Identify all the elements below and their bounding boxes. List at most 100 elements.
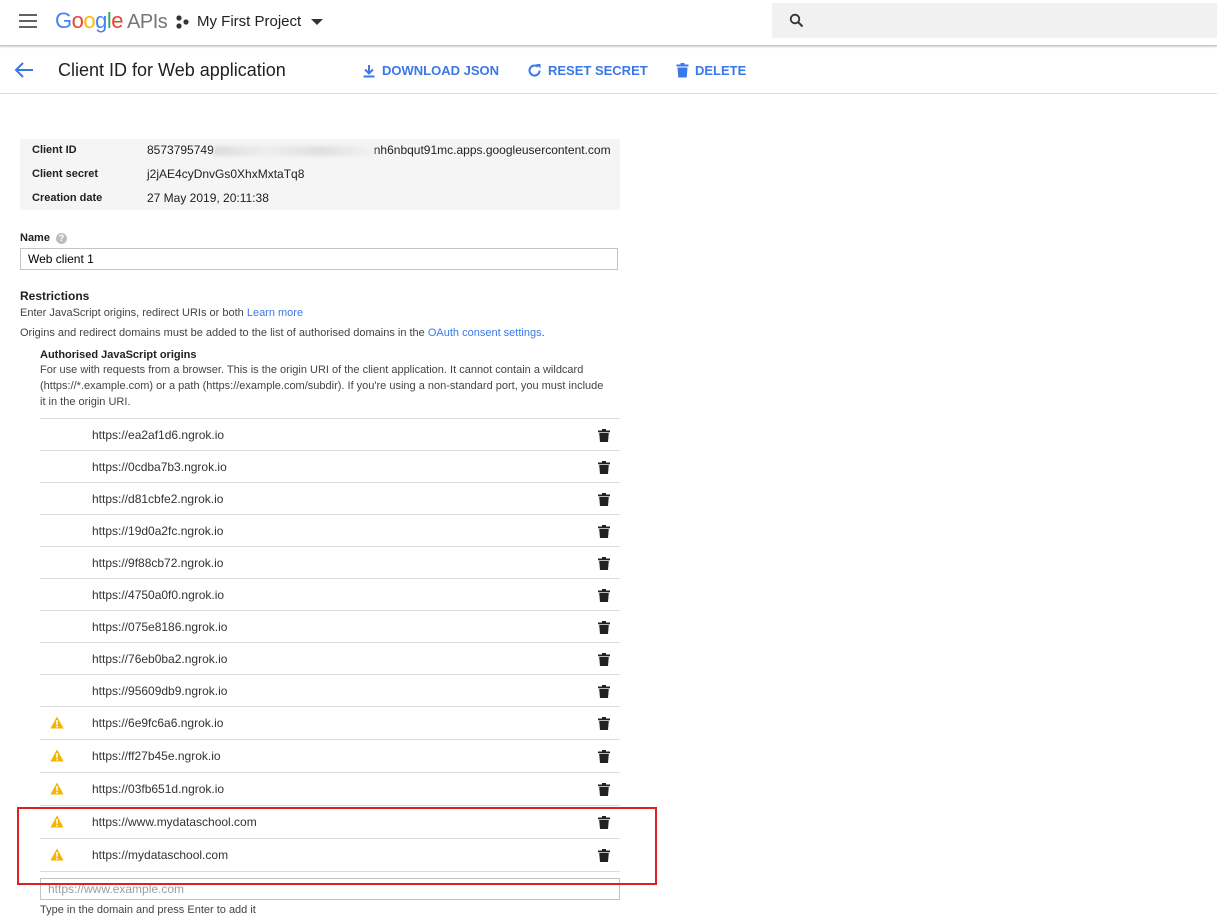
origin-url: https://76eb0ba2.ngrok.io [92, 652, 228, 666]
delete-button[interactable]: DELETE [676, 63, 746, 78]
origin-row: https://d81cbfe2.ngrok.io [40, 483, 620, 515]
client-id-suffix: nh6nbqut91mc.apps.googleusercontent.com [373, 143, 611, 157]
warning-icon [50, 716, 64, 729]
refresh-icon [528, 64, 541, 77]
project-name: My First Project [197, 13, 302, 30]
origin-row: https://ff27b45e.ngrok.io [40, 740, 620, 773]
project-dots-icon [176, 14, 189, 29]
menu-icon[interactable] [19, 14, 37, 28]
origin-url: https://075e8186.ngrok.io [92, 620, 228, 634]
origin-url: https://03fb651d.ngrok.io [92, 782, 225, 796]
trash-icon[interactable] [598, 557, 610, 570]
origin-row: https://95609db9.ngrok.io [40, 675, 620, 707]
google-apis-logo[interactable]: Google APIs [55, 8, 168, 34]
origin-url: https://19d0a2fc.ngrok.io [92, 524, 224, 538]
origin-row: https://075e8186.ngrok.io [40, 611, 620, 643]
trash-icon[interactable] [598, 461, 610, 474]
client-secret-row: Client secret j2jAE4cyDnvGs0XhxMxtaTq8 [20, 165, 620, 185]
origin-row: https://mydataschool.com [40, 839, 620, 872]
download-json-label: DOWNLOAD JSON [382, 63, 499, 78]
trash-icon[interactable] [598, 750, 610, 763]
page-title: Client ID for Web application [58, 60, 286, 80]
trash-icon [676, 63, 689, 78]
trash-icon[interactable] [598, 525, 610, 538]
reset-secret-button[interactable]: RESET SECRET [527, 63, 648, 78]
origin-row: https://76eb0ba2.ngrok.io [40, 643, 620, 675]
client-secret-label: Client secret [32, 168, 99, 180]
restrictions-description: Enter JavaScript origins, redirect URIs … [20, 307, 303, 319]
restrictions-text: Enter JavaScript origins, redirect URIs … [20, 307, 244, 319]
top-bar: Google APIs My First Project [0, 0, 1217, 46]
trash-icon[interactable] [598, 816, 610, 829]
warning-icon [50, 815, 64, 828]
delete-label: DELETE [695, 63, 747, 78]
origin-row: https://19d0a2fc.ngrok.io [40, 515, 620, 547]
origin-row: https://0cdba7b3.ngrok.io [40, 451, 620, 483]
creation-date-label: Creation date [32, 192, 103, 204]
search-input[interactable] [814, 9, 1208, 33]
origin-url: https://4750a0f0.ngrok.io [92, 588, 225, 602]
origin-url: https://mydataschool.com [92, 848, 229, 862]
origin-url: https://ea2af1d6.ngrok.io [92, 428, 225, 442]
origins-list: https://ea2af1d6.ngrok.io https://0cdba7… [40, 418, 620, 872]
trash-icon[interactable] [598, 621, 610, 634]
trash-icon[interactable] [598, 685, 610, 698]
origin-url: https://95609db9.ngrok.io [92, 684, 228, 698]
download-json-button[interactable]: DOWNLOAD JSON [362, 63, 499, 78]
trash-icon[interactable] [598, 493, 610, 506]
trash-icon[interactable] [598, 783, 610, 796]
origin-row: https://4750a0f0.ngrok.io [40, 579, 620, 611]
warning-icon [50, 848, 64, 861]
origin-row: https://03fb651d.ngrok.io [40, 773, 620, 806]
redacted-region [213, 145, 374, 156]
origin-row: https://ea2af1d6.ngrok.io [40, 419, 620, 451]
origins-description: For use with requests from a browser. Th… [40, 364, 604, 408]
origin-url: https://www.mydataschool.com [92, 815, 257, 829]
new-origin-input[interactable] [40, 878, 620, 900]
logo-suffix: APIs [127, 11, 168, 33]
name-field[interactable] [20, 248, 618, 270]
sub-header: Client ID for Web application DOWNLOAD J… [0, 46, 1217, 94]
trash-icon[interactable] [598, 653, 610, 666]
domains-note-period: . [541, 327, 545, 339]
creation-date-value: 27 May 2019, 20:11:38 [147, 191, 269, 205]
download-icon [363, 64, 375, 77]
authorised-domains-note: Origins and redirect domains must be add… [20, 327, 545, 339]
origins-title: Authorised JavaScript origins [40, 349, 197, 361]
new-origin-hint: Type in the domain and press Enter to ad… [40, 904, 256, 916]
name-label-text: Name [20, 232, 50, 244]
origin-url: https://ff27b45e.ngrok.io [92, 749, 221, 763]
client-info-box: Client ID 8573795749 nh6nbqut91mc.apps.go… [20, 139, 620, 210]
trash-icon[interactable] [598, 429, 610, 442]
origin-row: https://www.mydataschool.com [40, 806, 620, 839]
client-id-prefix: 8573795749 [147, 143, 214, 157]
creation-date-row: Creation date 27 May 2019, 20:11:38 [20, 189, 620, 209]
client-id-value: 8573795749 nh6nbqut91mc.apps.googleuserco… [147, 143, 611, 157]
client-secret-value: j2jAE4cyDnvGs0XhxMxtaTq8 [147, 167, 305, 181]
restrictions-title: Restrictions [20, 289, 90, 303]
origin-url: https://0cdba7b3.ngrok.io [92, 460, 227, 474]
trash-icon[interactable] [598, 717, 610, 730]
trash-icon[interactable] [598, 589, 610, 602]
help-icon[interactable]: ? [55, 233, 67, 244]
trash-icon[interactable] [598, 849, 610, 862]
search-bar[interactable] [772, 3, 1217, 38]
learn-more-link[interactable]: Learn more [247, 307, 303, 319]
client-id-row: Client ID 8573795749 nh6nbqut91mc.apps.go… [20, 141, 620, 161]
origin-row: https://6e9fc6a6.ngrok.io [40, 707, 620, 740]
warning-icon [50, 749, 64, 762]
origin-url: https://6e9fc6a6.ngrok.io [92, 716, 224, 730]
chevron-down-icon [311, 18, 324, 25]
reset-secret-label: RESET SECRET [548, 63, 648, 78]
origin-row: https://9f88cb72.ngrok.io [40, 547, 620, 579]
domains-note-text: Origins and redirect domains must be add… [20, 327, 425, 339]
origin-url: https://d81cbfe2.ngrok.io [92, 492, 224, 506]
warning-icon [50, 782, 64, 795]
origin-url: https://9f88cb72.ngrok.io [92, 556, 224, 570]
oauth-consent-link[interactable]: OAuth consent settings [428, 327, 542, 339]
search-icon [789, 13, 804, 28]
name-label: Name? [20, 232, 67, 244]
project-selector[interactable]: My First Project [175, 13, 324, 30]
back-arrow-icon[interactable] [14, 62, 34, 78]
client-id-label: Client ID [32, 144, 77, 156]
